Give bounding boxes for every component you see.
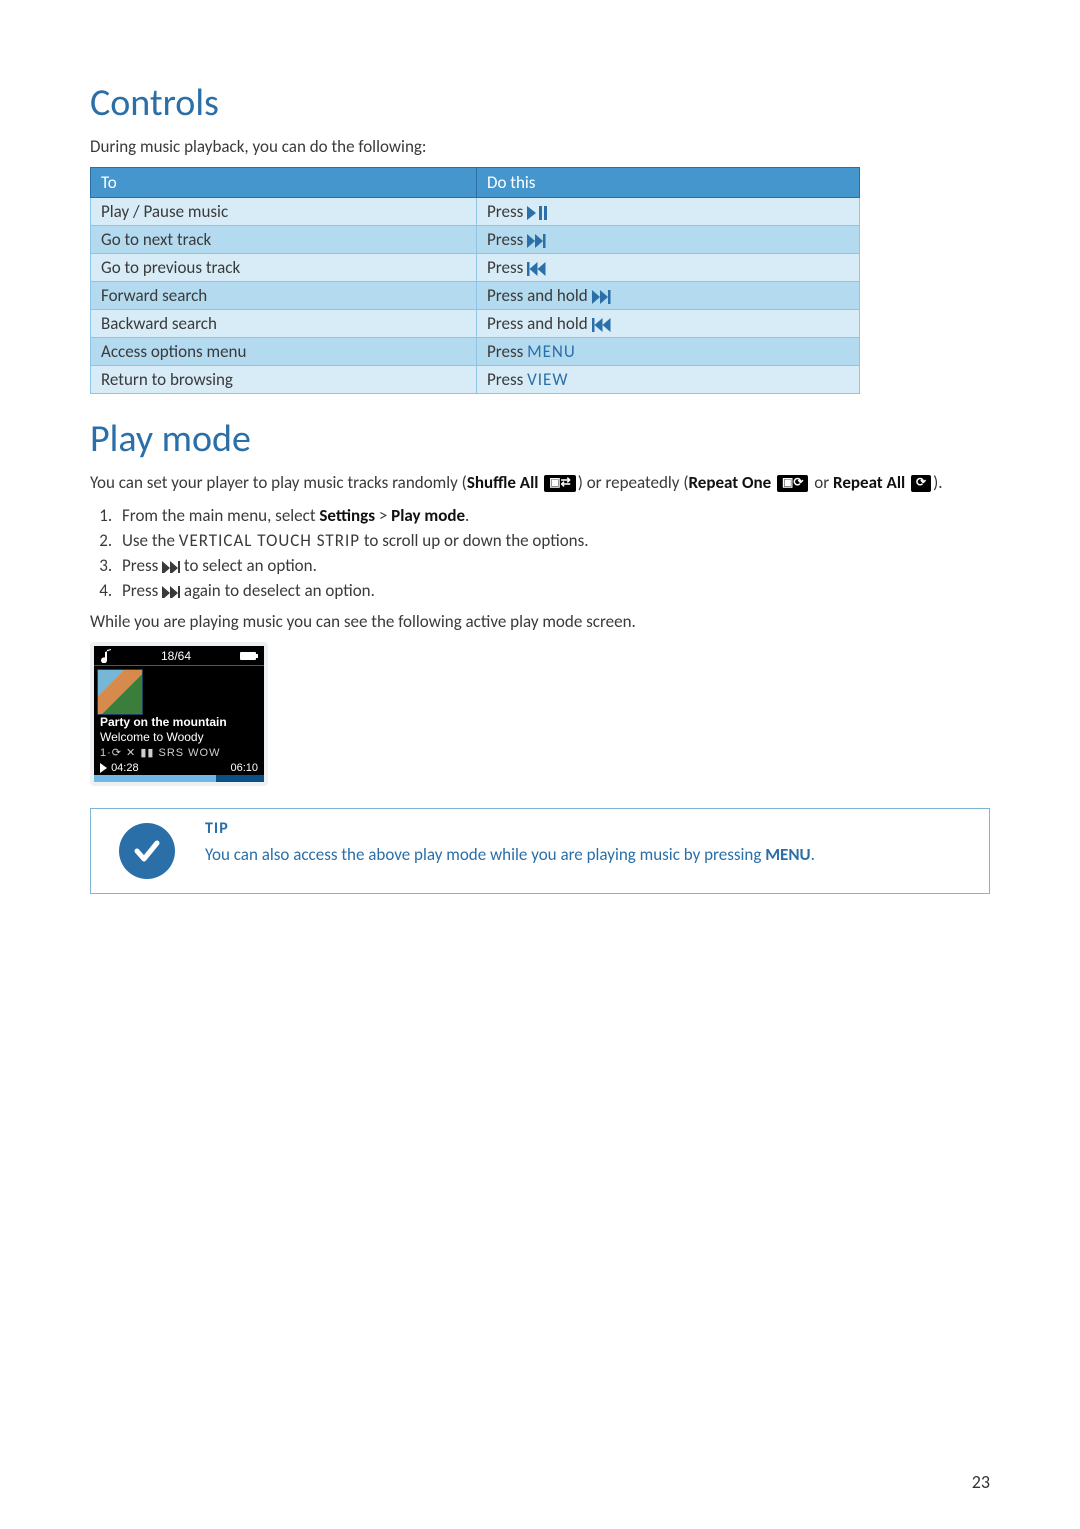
cell-to: Forward search [91, 281, 477, 309]
controls-table: To Do this Play / Pause music Press Go t… [90, 167, 860, 394]
tip-check-icon [119, 823, 175, 879]
next-track-icon [162, 586, 180, 598]
cell-do: Press and hold [477, 309, 860, 337]
tip-box: TIP You can also access the above play m… [90, 808, 990, 894]
music-note-icon [100, 649, 112, 663]
cell-do: Press MENU [477, 337, 860, 365]
prev-track-icon [527, 262, 547, 276]
repeat-one-icon: ▣⟳ [777, 475, 808, 492]
table-row: Go to next track Press [91, 225, 860, 253]
table-row: Play / Pause music Press [91, 197, 860, 225]
repeat-one-label: Repeat One [688, 472, 771, 493]
step-3: Press to select an option. [116, 553, 990, 578]
step-2: Use the VERTICAL TOUCH STRIP to scroll u… [116, 528, 990, 553]
cell-do: Press [477, 253, 860, 281]
table-row: Backward search Press and hold [91, 309, 860, 337]
table-row: Return to browsing Press VIEW [91, 365, 860, 393]
cell-do: Press [477, 197, 860, 225]
col-do: Do this [477, 167, 860, 197]
tip-body: You can also access the above play mode … [205, 844, 815, 865]
battery-icon [240, 650, 258, 662]
menu-keyword: MENU [527, 341, 576, 362]
table-row: Go to previous track Press [91, 253, 860, 281]
player-modes: 1·⟳ ✕ ▮▮ SRS WOW [94, 745, 264, 760]
heading-controls: Controls [90, 80, 990, 126]
player-title: Party on the mountain [94, 715, 264, 730]
album-art [97, 669, 143, 715]
play-icon [100, 763, 108, 773]
shuffle-all-icon: ▣⇄ [544, 475, 575, 492]
cell-to: Backward search [91, 309, 477, 337]
player-total: 06:10 [230, 762, 258, 774]
cell-do: Press and hold [477, 281, 860, 309]
cell-to: Access options menu [91, 337, 477, 365]
step-4: Press again to deselect an option. [116, 578, 990, 603]
repeat-all-label: Repeat All [833, 472, 905, 493]
cell-do: Press VIEW [477, 365, 860, 393]
table-row: Forward search Press and hold [91, 281, 860, 309]
cell-to: Go to next track [91, 225, 477, 253]
tip-heading: TIP [205, 819, 815, 838]
player-subtitle: Welcome to Woody [94, 730, 264, 745]
cell-to: Return to browsing [91, 365, 477, 393]
playmode-after: While you are playing music you can see … [90, 611, 990, 634]
view-keyword: VIEW [527, 369, 568, 390]
table-row: Access options menu Press MENU [91, 337, 860, 365]
next-track-icon [162, 561, 180, 573]
prev-track-icon [592, 318, 612, 332]
repeat-all-icon: ⟳ [911, 475, 931, 492]
controls-intro: During music playback, you can do the fo… [90, 136, 990, 159]
heading-playmode: Play mode [90, 416, 990, 462]
cell-to: Go to previous track [91, 253, 477, 281]
next-track-icon [527, 234, 547, 248]
play-pause-icon [527, 206, 549, 220]
step-1: From the main menu, select Settings > Pl… [116, 503, 990, 528]
playmode-steps: From the main menu, select Settings > Pl… [90, 503, 990, 603]
page-number: 23 [972, 1471, 990, 1493]
playmode-intro: You can set your player to play music tr… [90, 472, 990, 495]
player-elapsed: 04:28 [100, 762, 139, 774]
cell-do: Press [477, 225, 860, 253]
cell-to: Play / Pause music [91, 197, 477, 225]
next-track-icon [592, 290, 612, 304]
shuffle-all-label: Shuffle All [467, 472, 539, 493]
player-screen: 18/64 Party on the mountain Welcome to W… [90, 642, 268, 786]
player-progress [94, 775, 264, 782]
player-counter: 18/64 [161, 649, 191, 663]
col-to: To [91, 167, 477, 197]
